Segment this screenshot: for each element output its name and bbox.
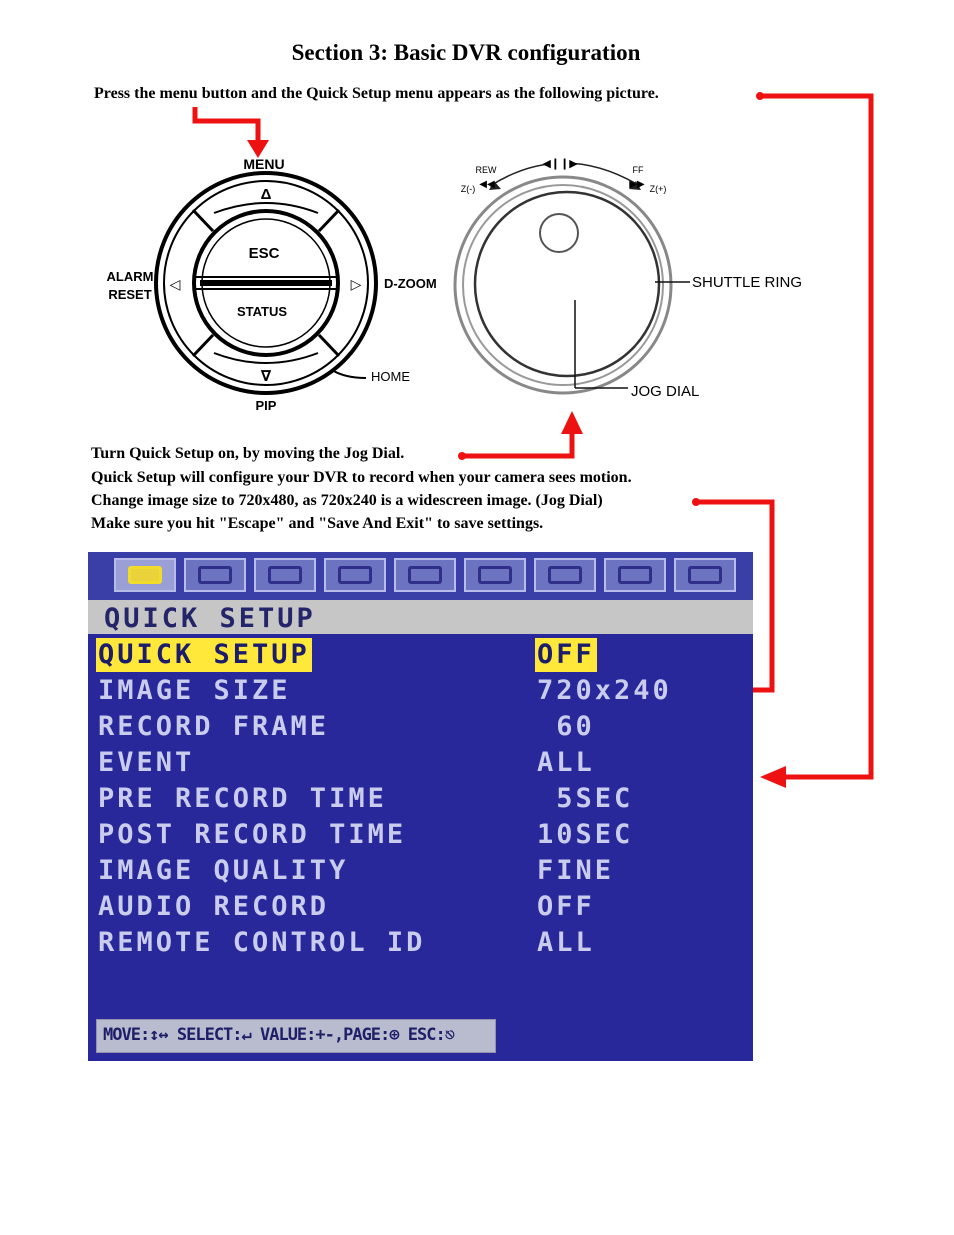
osd-row-image-quality[interactable]: IMAGE QUALITY FINE — [88, 854, 753, 890]
osd-row-value[interactable]: OFF — [535, 890, 597, 924]
home-label: HOME — [371, 369, 410, 384]
instruction-line-4: Make sure you hit "Escape" and "Save And… — [91, 515, 544, 532]
osd-row-label: IMAGE QUALITY — [98, 855, 349, 886]
osd-row-pre-record-time[interactable]: PRE RECORD TIME 5SEC — [88, 782, 753, 818]
rew-label: REW — [476, 165, 498, 175]
osd-row-value[interactable]: 720x240 — [535, 674, 674, 708]
osd-header: QUICK SETUP — [88, 600, 753, 634]
reset-label: RESET — [108, 287, 151, 302]
osd-row-label: POST RECORD TIME — [98, 819, 407, 850]
esc-label: ESC — [249, 245, 280, 262]
page: Section 3: Basic DVR configuration Press… — [0, 0, 954, 1235]
exit-icon[interactable] — [674, 558, 736, 592]
svg-text:◀❙❙▶: ◀❙❙▶ — [542, 158, 578, 170]
shuttle-ring-label: SHUTTLE RING — [692, 274, 802, 291]
osd-row-label: REMOTE CONTROL ID — [98, 927, 426, 958]
osd-row-value[interactable]: 60 — [535, 710, 597, 744]
osd-row-value[interactable]: ALL — [535, 746, 597, 780]
arrow-to-osd — [760, 93, 874, 780]
osd-row-event[interactable]: EVENT ALL — [88, 746, 753, 782]
arrow-to-jog-dial — [462, 432, 575, 459]
zoom-out-label: Z(-) — [461, 184, 476, 194]
osd-row-label: RECORD FRAME — [98, 711, 330, 742]
arrow-to-menu — [192, 107, 261, 141]
quick-setup-icon[interactable] — [114, 558, 176, 592]
network-icon[interactable] — [604, 558, 666, 592]
pip-label: PIP — [256, 398, 277, 413]
rewind-icon: ◀◀ — [479, 179, 495, 190]
osd-row-value[interactable]: FINE — [535, 854, 616, 888]
fast-forward-icon: ▶▶ — [629, 179, 645, 190]
osd-row-value[interactable]: 10SEC — [535, 818, 635, 852]
osd-row-value[interactable]: ALL — [535, 926, 597, 960]
record-icon[interactable] — [254, 558, 316, 592]
status-label: STATUS — [237, 304, 287, 319]
osd-tab-bar — [88, 552, 753, 600]
instruction-line-3: Change image size to 720x480, as 720x240… — [91, 492, 603, 509]
up-arrow-icon: Δ — [261, 186, 272, 203]
arrowhead-jog — [561, 411, 583, 434]
osd-row-value[interactable]: 5SEC — [535, 782, 635, 816]
osd-row-label: PRE RECORD TIME — [98, 783, 387, 814]
osd-row-label: AUDIO RECORD — [98, 891, 330, 922]
camera-icon[interactable] — [394, 558, 456, 592]
right-arrow-icon: ▷ — [351, 276, 362, 292]
osd-row-remote-control-id[interactable]: REMOTE CONTROL ID ALL — [88, 926, 753, 962]
osd-header-title: QUICK SETUP — [104, 603, 316, 634]
osd-row-quick-setup[interactable]: QUICK SETUP OFF — [88, 638, 753, 674]
instruction-line-1: Turn Quick Setup on, by moving the Jog D… — [91, 445, 405, 462]
osd-row-value[interactable]: OFF — [535, 638, 597, 672]
left-arrow-icon: ◁ — [170, 276, 181, 292]
ff-label: FF — [633, 165, 644, 175]
osd-row-label: EVENT — [98, 747, 195, 778]
jog-dial-label: JOG DIAL — [631, 383, 699, 400]
osd-row-record-frame[interactable]: RECORD FRAME 60 — [88, 710, 753, 746]
arrowhead-osd — [760, 766, 786, 788]
dzoom-label: D-ZOOM — [384, 276, 437, 291]
event-icon[interactable] — [324, 558, 386, 592]
down-arrow-icon: ∇ — [261, 368, 272, 385]
dvr-osd-screen: QUICK SETUP QUICK SETUP OFF IMAGE SIZE 7… — [88, 552, 753, 1061]
osd-row-image-size[interactable]: IMAGE SIZE 720x240 — [88, 674, 753, 710]
system-icon[interactable] — [534, 558, 596, 592]
osd-row-label: IMAGE SIZE — [98, 675, 291, 706]
osd-row-post-record-time[interactable]: POST RECORD TIME 10SEC — [88, 818, 753, 854]
remote-keypad — [154, 171, 378, 395]
schedule-icon[interactable] — [464, 558, 526, 592]
osd-key-hint-text: MOVE:↕↔ SELECT:↵ VALUE:+-,PAGE:⊕ ESC:⎋ — [103, 1025, 455, 1045]
menu-label: MENU — [243, 156, 284, 172]
osd-row-audio-record[interactable]: AUDIO RECORD OFF — [88, 890, 753, 926]
instruction-line-2: Quick Setup will configure your DVR to r… — [91, 469, 632, 486]
alarm-label: ALARM — [107, 269, 154, 284]
zoom-in-label: Z(+) — [650, 184, 667, 194]
display-icon[interactable] — [184, 558, 246, 592]
osd-row-label: QUICK SETUP — [96, 638, 312, 672]
osd-key-hint-bar: MOVE:↕↔ SELECT:↵ VALUE:+-,PAGE:⊕ ESC:⎋ — [96, 1019, 496, 1053]
